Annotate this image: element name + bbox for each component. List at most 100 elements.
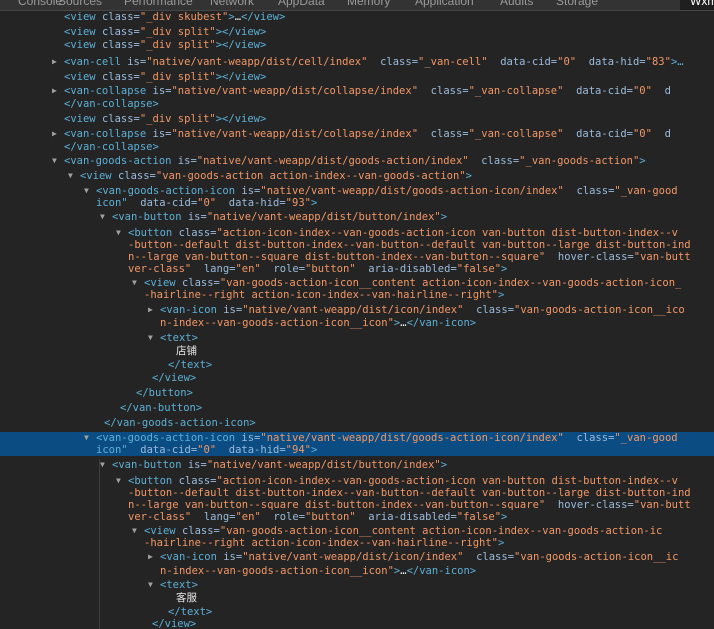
- attr-name-token: lang=: [191, 511, 236, 523]
- tag-token: ></view>: [215, 113, 267, 125]
- dom-node-row[interactable]: ▶ <van-icon is="native/vant-weapp/dist/ic…: [0, 304, 714, 316]
- attr-value-token: "action-icon-index--van-goods-action-ico…: [216, 475, 678, 487]
- attr-value-token: "native/vant-weapp/dist/button/index": [206, 459, 441, 471]
- tag-token: <view: [64, 26, 102, 38]
- expand-arrow-icon[interactable]: ▶: [52, 85, 57, 97]
- expand-arrow-icon[interactable]: ▶: [148, 551, 153, 563]
- attr-name-token: class=: [101, 71, 140, 83]
- dom-node-row[interactable]: -button--default dist-button-index--van-…: [0, 487, 714, 499]
- dom-node-row[interactable]: </view>: [0, 372, 714, 384]
- dom-node-row[interactable]: </van-button>: [0, 402, 714, 414]
- tab-console[interactable]: Console: [18, 0, 62, 8]
- tab-network[interactable]: Network: [210, 0, 254, 8]
- attr-name-token: hover-class=: [545, 251, 634, 263]
- dom-node-row[interactable]: ▶ <van-cell is="native/vant-weapp/dist/ce…: [0, 56, 714, 68]
- dom-node-row-selected[interactable]: icon" data-cid="0" data-hid="94">: [0, 444, 714, 456]
- dom-node-row[interactable]: 客服: [0, 592, 714, 604]
- tab-memory[interactable]: Memory: [347, 0, 390, 8]
- dom-node-row[interactable]: </button>: [0, 387, 714, 399]
- dom-node-row[interactable]: ▼ <van-goods-action-icon is="native/vant-…: [0, 185, 714, 197]
- attr-name-token: class=: [178, 227, 217, 239]
- dom-node-row[interactable]: <view class="_div split"></view>: [0, 71, 714, 83]
- dom-node-row[interactable]: ▼ <view class="van-goods-action-icon__con…: [0, 525, 714, 537]
- dom-node-row[interactable]: -hairline--right action-icon-index--van-…: [0, 537, 714, 549]
- tag-token: >: [501, 263, 508, 275]
- collapse-arrow-icon[interactable]: ▼: [52, 155, 57, 167]
- attr-value-token: "0": [557, 56, 577, 68]
- dom-node-row[interactable]: ▼ <button class="action-icon-index--van-g…: [0, 475, 714, 487]
- tab-performance[interactable]: Performance: [124, 0, 193, 8]
- dom-node-row[interactable]: <view class="_div split"></view>: [0, 26, 714, 38]
- dom-node-row[interactable]: ▼ <text>: [0, 332, 714, 344]
- dom-node-row[interactable]: ver-class" lang="en" role="button" aria-…: [0, 511, 714, 523]
- dom-node-row[interactable]: <view class="_div split"></view>: [0, 39, 714, 51]
- dom-node-row[interactable]: ▼ <view class="van-goods-action action-in…: [0, 170, 714, 182]
- attr-value-token: -hairline--right action-icon-index--van-…: [144, 289, 499, 301]
- dom-node-row[interactable]: icon" data-cid="0" data-hid="93">: [0, 197, 714, 209]
- collapse-arrow-icon[interactable]: ▼: [100, 211, 105, 223]
- dom-node-row[interactable]: ▼ <text>: [0, 579, 714, 591]
- dom-node-row[interactable]: <view class="_div skubest">…</view>: [0, 11, 714, 23]
- collapse-arrow-icon[interactable]: ▼: [116, 475, 121, 487]
- dom-node-text: <text>: [160, 332, 198, 344]
- dom-node-row-selected[interactable]: ▼ <van-goods-action-icon is="native/vant-…: [0, 432, 714, 444]
- dom-node-row[interactable]: </van-goods-action-icon>: [0, 417, 714, 429]
- dom-node-row[interactable]: </van-collapse>: [0, 98, 714, 110]
- tab-application[interactable]: Application: [415, 0, 474, 8]
- dom-node-row[interactable]: ▼ <button class="action-icon-index--van-g…: [0, 227, 714, 239]
- tab-audits[interactable]: Audits: [500, 0, 533, 8]
- dom-node-row[interactable]: n--large van-button--square dist-button-…: [0, 251, 714, 263]
- dom-node-row[interactable]: ▼ <view class="van-goods-action-icon__con…: [0, 277, 714, 289]
- tab-sources[interactable]: Sources: [58, 0, 102, 8]
- dom-node-row[interactable]: ▼ <van-button is="native/vant-weapp/dist/…: [0, 211, 714, 223]
- dom-node-row[interactable]: ▶ <van-collapse is="native/vant-weapp/dis…: [0, 128, 714, 140]
- attr-value-token: ver-class": [128, 263, 192, 275]
- dom-node-text: icon" data-cid="0" data-hid="94">: [96, 444, 317, 456]
- dom-node-row[interactable]: -button--default dist-button-index--van-…: [0, 239, 714, 251]
- collapse-arrow-icon[interactable]: ▼: [116, 227, 121, 239]
- expand-arrow-icon[interactable]: ▶: [52, 56, 57, 68]
- dom-node-text: <van-collapse is="native/vant-weapp/dist…: [64, 85, 671, 97]
- collapse-arrow-icon[interactable]: ▼: [84, 432, 89, 444]
- expand-arrow-icon[interactable]: ▶: [52, 128, 57, 140]
- tab-storage[interactable]: Storage: [556, 0, 598, 8]
- tag-token: <van-button: [112, 459, 188, 471]
- collapse-arrow-icon[interactable]: ▼: [100, 459, 105, 471]
- tab-wxml[interactable]: Wxml: [680, 0, 714, 10]
- dom-node-row[interactable]: </text>: [0, 606, 714, 618]
- tab-appdata[interactable]: AppData: [278, 0, 325, 8]
- dom-node-text: <view class="van-goods-action action-ind…: [80, 170, 472, 182]
- dom-node-row[interactable]: n-index--van-goods-action-icon__icon">…<…: [0, 565, 714, 577]
- collapse-arrow-icon[interactable]: ▼: [148, 579, 153, 591]
- dom-node-row[interactable]: 店铺: [0, 345, 714, 357]
- dom-node-row[interactable]: </view>: [0, 618, 714, 629]
- collapse-arrow-icon[interactable]: ▼: [132, 525, 137, 537]
- collapse-arrow-icon[interactable]: ▼: [148, 332, 153, 344]
- dom-node-row[interactable]: ▶ <van-icon is="native/vant-weapp/dist/ic…: [0, 551, 714, 563]
- collapse-arrow-icon[interactable]: ▼: [68, 170, 73, 182]
- dom-node-text: <view class="_div split"></view>: [64, 113, 266, 125]
- attr-name-token: is=: [152, 85, 172, 97]
- attr-name-token: is=: [223, 551, 243, 563]
- attr-value-token: "button": [305, 263, 356, 275]
- dom-node-row[interactable]: </text>: [0, 359, 714, 371]
- dom-node-text: -hairline--right action-icon-index--van-…: [144, 537, 504, 549]
- dom-node-text: <van-icon is="native/vant-weapp/dist/ico…: [160, 551, 678, 563]
- attr-name-token: class=: [418, 85, 469, 97]
- dom-node-row[interactable]: ▶ <van-collapse is="native/vant-weapp/dis…: [0, 85, 714, 97]
- dom-node-row[interactable]: -hairline--right action-icon-index--van-…: [0, 289, 714, 301]
- attr-name-token: is=: [187, 211, 207, 223]
- dom-node-row[interactable]: n--large van-button--square dist-button-…: [0, 499, 714, 511]
- collapse-arrow-icon[interactable]: ▼: [132, 277, 137, 289]
- dom-node-row[interactable]: ▼ <van-button is="native/vant-weapp/dist/…: [0, 459, 714, 471]
- dom-node-row[interactable]: ▼ <van-goods-action is="native/vant-weapp…: [0, 155, 714, 167]
- dom-node-row[interactable]: </van-collapse>: [0, 141, 714, 153]
- dom-node-row[interactable]: <view class="_div split"></view>: [0, 113, 714, 125]
- dom-node-row[interactable]: ver-class" lang="en" role="button" aria-…: [0, 263, 714, 275]
- expand-arrow-icon[interactable]: ▶: [148, 304, 153, 316]
- dom-node-row[interactable]: n-index--van-goods-action-icon__icon">…<…: [0, 317, 714, 329]
- dom-node-text: <view class="van-goods-action-icon__cont…: [144, 525, 662, 537]
- wxml-dom-tree[interactable]: <view class="_div skubest">…</view> <view…: [0, 11, 714, 629]
- collapse-arrow-icon[interactable]: ▼: [84, 185, 89, 197]
- attr-name-token: class=: [468, 155, 520, 167]
